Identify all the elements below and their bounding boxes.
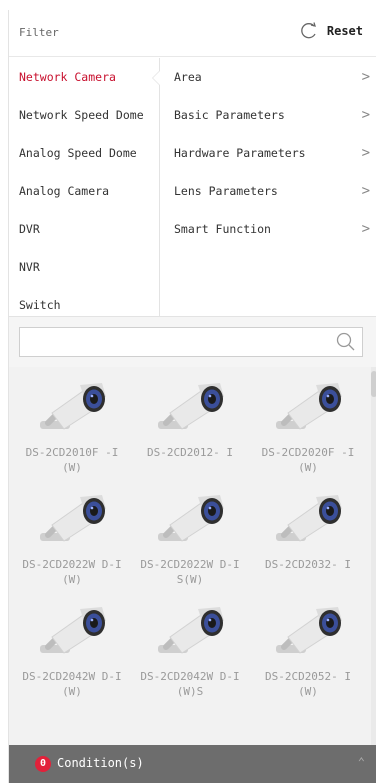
- chevron-up-icon[interactable]: ⌃: [358, 755, 365, 769]
- product-item[interactable]: DS-2CD2022W D-I(W): [13, 489, 131, 587]
- product-model: DS-2CD2010F -I(W): [25, 446, 119, 474]
- category-analog-camera[interactable]: Analog Camera: [9, 172, 159, 210]
- chevron-right-icon: >: [361, 107, 370, 123]
- bullet-camera-icon: [30, 489, 114, 553]
- filter-panel: Filter Reset Network Camera Network Spee…: [8, 10, 376, 783]
- bullet-camera-icon: [148, 489, 232, 553]
- category-nvr[interactable]: NVR: [9, 248, 159, 286]
- condition-bar[interactable]: 0 Condition(s) ⌃: [9, 745, 376, 783]
- product-grid-area: DS-2CD2010F -I(W) DS-2CD2012- I DS-2CD20…: [9, 367, 376, 745]
- chevron-right-icon: >: [361, 221, 370, 237]
- param-label: Basic Parameters: [174, 108, 285, 122]
- product-model: DS-2CD2020F -I(W): [261, 446, 355, 474]
- filter-header: Filter Reset: [9, 10, 376, 57]
- search-box: [19, 327, 363, 357]
- scrollbar[interactable]: [371, 367, 376, 745]
- param-label: Smart Function: [174, 222, 271, 236]
- product-grid: DS-2CD2010F -I(W) DS-2CD2012- I DS-2CD20…: [13, 377, 369, 699]
- product-model: DS-2CD2032- I: [264, 558, 352, 571]
- bullet-camera-icon: [266, 489, 350, 553]
- param-smart-function[interactable]: Smart Function >: [160, 210, 376, 248]
- bullet-camera-icon: [266, 601, 350, 665]
- chevron-right-icon: >: [361, 183, 370, 199]
- product-item[interactable]: DS-2CD2022W D-IS(W): [131, 489, 249, 587]
- category-network-camera[interactable]: Network Camera: [9, 58, 159, 96]
- bullet-camera-icon: [30, 377, 114, 441]
- search-input[interactable]: [20, 328, 332, 354]
- parameter-list: Area > Basic Parameters > Hardware Param…: [152, 58, 376, 316]
- category-dvr[interactable]: DVR: [9, 210, 159, 248]
- param-basic-parameters[interactable]: Basic Parameters >: [160, 96, 376, 134]
- product-item[interactable]: DS-2CD2020F -I(W): [249, 377, 367, 475]
- product-item[interactable]: DS-2CD2052- I(W): [249, 601, 367, 699]
- filter-title: Filter: [19, 26, 59, 39]
- product-model: DS-2CD2022W D-IS(W): [140, 558, 240, 586]
- bullet-camera-icon: [30, 601, 114, 665]
- selection-pointer: [152, 70, 160, 86]
- scroll-thumb[interactable]: [371, 371, 376, 397]
- condition-label: Condition(s): [57, 756, 144, 770]
- param-label: Hardware Parameters: [174, 146, 306, 160]
- product-item[interactable]: DS-2CD2012- I: [131, 377, 249, 475]
- chevron-right-icon: >: [361, 145, 370, 161]
- bullet-camera-icon: [148, 377, 232, 441]
- product-item[interactable]: DS-2CD2032- I: [249, 489, 367, 587]
- bullet-camera-icon: [266, 377, 350, 441]
- param-label: Lens Parameters: [174, 184, 278, 198]
- param-hardware-parameters[interactable]: Hardware Parameters >: [160, 134, 376, 172]
- product-model: DS-2CD2012- I: [146, 446, 234, 459]
- search-bar: [9, 316, 376, 368]
- category-network-speed-dome[interactable]: Network Speed Dome: [9, 96, 159, 134]
- product-model: DS-2CD2042W D-I(W)S: [140, 670, 240, 698]
- category-analog-speed-dome[interactable]: Analog Speed Dome: [9, 134, 159, 172]
- refresh-icon: [299, 22, 319, 40]
- reset-button[interactable]: Reset: [299, 22, 363, 40]
- bullet-camera-icon: [148, 601, 232, 665]
- search-icon[interactable]: [336, 332, 356, 355]
- category-list: Network Camera Network Speed Dome Analog…: [9, 58, 159, 316]
- param-label: Area: [174, 70, 202, 84]
- chevron-right-icon: >: [361, 69, 370, 85]
- product-item[interactable]: DS-2CD2010F -I(W): [13, 377, 131, 475]
- param-area[interactable]: Area >: [160, 58, 376, 96]
- product-model: DS-2CD2052- I(W): [264, 670, 352, 698]
- product-model: DS-2CD2022W D-I(W): [22, 558, 122, 586]
- condition-count-badge: 0: [35, 756, 51, 772]
- product-model: DS-2CD2042W D-I(W): [22, 670, 122, 698]
- product-item[interactable]: DS-2CD2042W D-I(W)S: [131, 601, 249, 699]
- param-lens-parameters[interactable]: Lens Parameters >: [160, 172, 376, 210]
- product-item[interactable]: DS-2CD2042W D-I(W): [13, 601, 131, 699]
- reset-label: Reset: [326, 24, 363, 38]
